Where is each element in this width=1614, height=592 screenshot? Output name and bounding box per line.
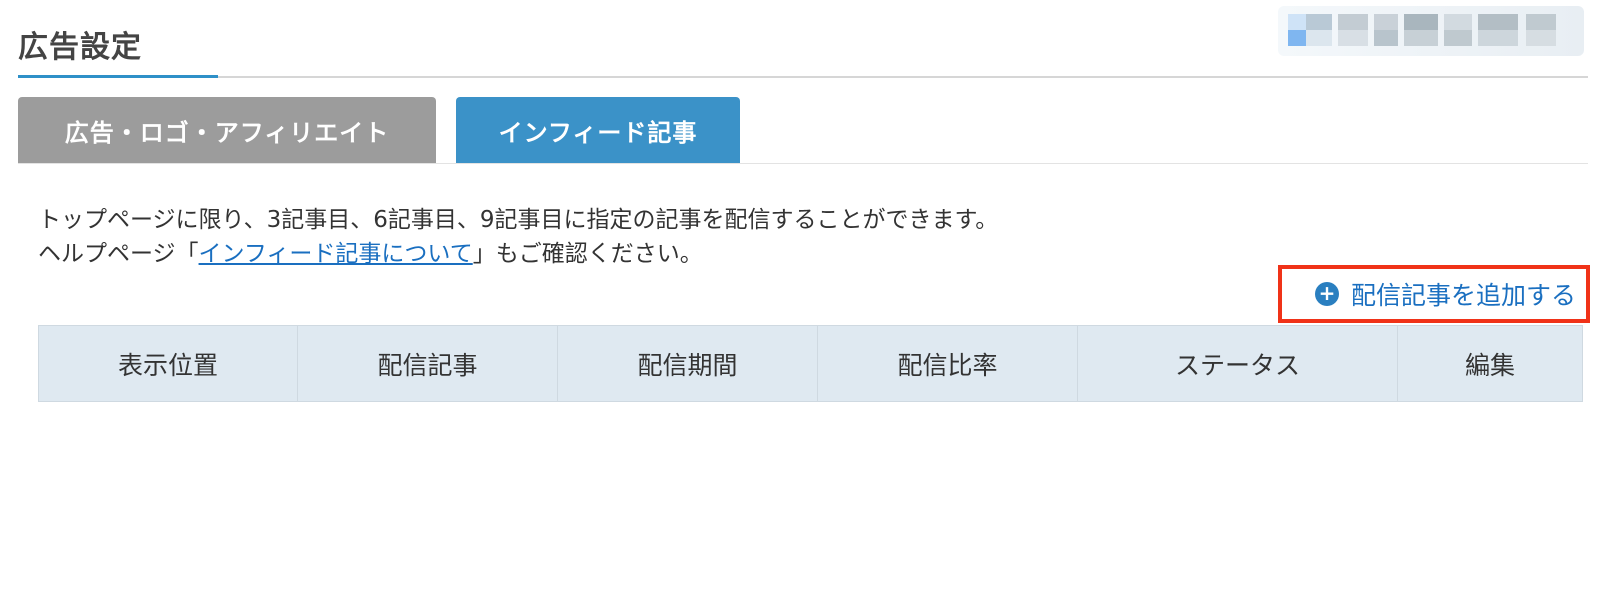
add-delivery-article-label: 配信記事を追加する [1350, 281, 1576, 310]
settings-tabs: 広告・ロゴ・アフィリエイト インフィード記事 [18, 97, 1588, 164]
description-line-1: トップページに限り、3記事目、6記事目、9記事目に指定の記事を配信することができ… [38, 207, 999, 233]
description-prefix: ヘルプページ「 [38, 241, 199, 267]
description-line-2: ヘルプページ「インフィード記事について」もご確認ください。 [38, 237, 998, 271]
table-header-row: 表示位置 配信記事 配信期間 配信比率 ステータス 編集 [38, 325, 1583, 402]
infeed-articles-table: 表示位置 配信記事 配信期間 配信比率 ステータス 編集 [38, 325, 1583, 402]
tab-infeed-articles[interactable]: インフィード記事 [456, 97, 740, 163]
column-header-delivery-article: 配信記事 [297, 325, 558, 402]
column-header-edit: 編集 [1397, 325, 1583, 402]
add-delivery-article-button[interactable]: + 配信記事を追加する [1278, 265, 1590, 323]
title-accent-bar [18, 75, 218, 78]
help-link-infeed[interactable]: インフィード記事について [199, 241, 473, 267]
tab-ads-logo-affiliate[interactable]: 広告・ロゴ・アフィリエイト [18, 97, 436, 163]
infeed-description: トップページに限り、3記事目、6記事目、9記事目に指定の記事を配信することができ… [38, 203, 998, 271]
column-header-status: ステータス [1077, 325, 1398, 402]
description-suffix: 」もご確認ください。 [472, 241, 703, 267]
column-header-display-position: 表示位置 [38, 325, 298, 402]
plus-circle-icon: + [1314, 282, 1339, 306]
column-header-delivery-period: 配信期間 [557, 325, 818, 402]
column-header-delivery-ratio: 配信比率 [817, 325, 1078, 402]
page-title: 広告設定 [18, 30, 142, 65]
blurred-account-info [1278, 6, 1584, 56]
title-divider [18, 76, 1588, 78]
